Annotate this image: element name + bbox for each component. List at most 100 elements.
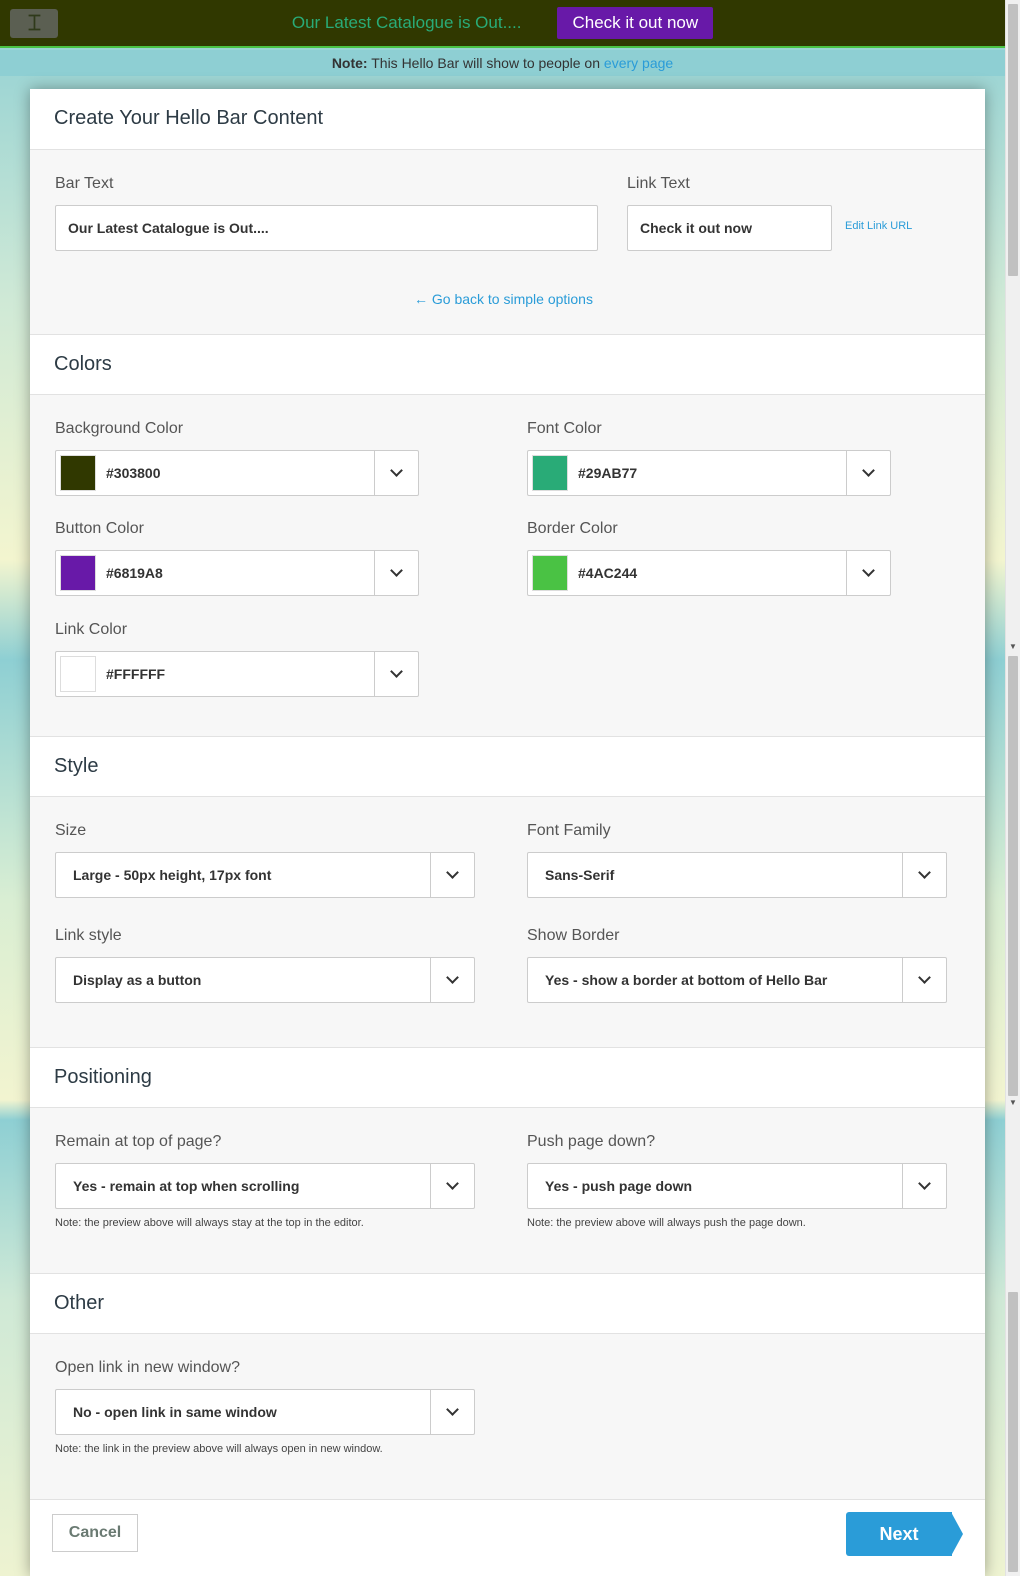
button-color-value: #6819A8: [106, 565, 163, 581]
link-style-select[interactable]: Display as a button: [55, 957, 475, 1003]
every-page-link[interactable]: every page: [604, 55, 673, 71]
show-border-dropdown[interactable]: [902, 958, 946, 1002]
positioning-section-title: Positioning: [30, 1047, 985, 1108]
next-button-arrow[interactable]: [951, 1512, 963, 1556]
chevron-down-icon: [862, 564, 875, 577]
show-border-label: Show Border: [527, 927, 620, 944]
open-link-note: Note: the link in the preview above will…: [55, 1443, 383, 1455]
chevron-down-icon: [918, 866, 931, 879]
link-color-value: #FFFFFF: [106, 666, 166, 682]
hellobar-logo-icon[interactable]: ⌶: [10, 9, 58, 38]
scroll-down-arrow-icon[interactable]: ▼: [1009, 642, 1017, 651]
chevron-down-icon: [918, 971, 931, 984]
border-color-dropdown[interactable]: [846, 551, 890, 595]
link-color-select[interactable]: #FFFFFF: [55, 651, 419, 697]
open-link-select[interactable]: No - open link in same window: [55, 1389, 475, 1435]
bar-text-label: Bar Text: [55, 175, 114, 192]
note-label: Note:: [331, 55, 368, 71]
hello-bar-text: Our Latest Catalogue is Out....: [291, 13, 522, 32]
font-family-select[interactable]: Sans-Serif: [527, 852, 947, 898]
background-color-label: Background Color: [55, 420, 184, 437]
button-color-select[interactable]: #6819A8: [55, 550, 419, 596]
font-color-value: #29AB77: [578, 465, 638, 481]
link-style-label: Link style: [55, 927, 122, 944]
button-color-swatch: [60, 555, 96, 591]
size-select[interactable]: Large - 50px height, 17px font: [55, 852, 475, 898]
button-color-dropdown[interactable]: [374, 551, 418, 595]
back-to-simple-options-link[interactable]: ← Go back to simple options: [414, 291, 593, 307]
modal-footer: Cancel Next: [30, 1499, 985, 1576]
visibility-note: Note: This Hello Bar will show to people…: [0, 50, 1005, 76]
background-color-select[interactable]: #303800: [55, 450, 419, 496]
chevron-down-icon: [390, 564, 403, 577]
other-section-title: Other: [30, 1273, 985, 1334]
link-text-label: Link Text: [627, 175, 690, 192]
chevron-down-icon: [390, 464, 403, 477]
font-family-label: Font Family: [527, 822, 611, 839]
border-color-value: #4AC244: [578, 565, 638, 581]
push-page-down-note: Note: the preview above will always push…: [527, 1217, 806, 1229]
scroll-thumb[interactable]: [1008, 4, 1018, 276]
font-color-swatch: [532, 455, 568, 491]
size-dropdown[interactable]: [430, 853, 474, 897]
chevron-down-icon: [446, 866, 459, 879]
link-color-dropdown[interactable]: [374, 652, 418, 696]
edit-link-url-link[interactable]: Edit Link URL: [845, 220, 912, 232]
font-color-label: Font Color: [527, 420, 602, 437]
colors-section: Background Color #303800 Font Color #29A…: [30, 395, 985, 736]
border-color-label: Border Color: [527, 520, 618, 537]
background-color-value: #303800: [106, 465, 161, 481]
font-family-dropdown[interactable]: [902, 853, 946, 897]
hello-bar-button[interactable]: Check it out now: [557, 7, 714, 39]
remain-at-top-note: Note: the preview above will always stay…: [55, 1217, 364, 1229]
show-border-select[interactable]: Yes - show a border at bottom of Hello B…: [527, 957, 947, 1003]
border-color-swatch: [532, 555, 568, 591]
push-page-down-value: Yes - push page down: [545, 1178, 693, 1194]
link-color-swatch: [60, 656, 96, 692]
background-color-dropdown[interactable]: [374, 451, 418, 495]
remain-at-top-dropdown[interactable]: [430, 1164, 474, 1208]
font-color-dropdown[interactable]: [846, 451, 890, 495]
chevron-down-icon: [446, 1403, 459, 1416]
link-style-value: Display as a button: [73, 972, 202, 988]
note-text: This Hello Bar will show to people on: [367, 55, 604, 71]
bar-text-input[interactable]: Our Latest Catalogue is Out....: [55, 205, 598, 251]
push-page-down-select[interactable]: Yes - push page down: [527, 1163, 947, 1209]
link-text-input[interactable]: Check it out now: [627, 205, 832, 251]
font-color-select[interactable]: #29AB77: [527, 450, 891, 496]
background-color-swatch: [60, 455, 96, 491]
remain-at-top-label: Remain at top of page?: [55, 1133, 222, 1150]
other-section: Open link in new window? No - open link …: [30, 1334, 985, 1499]
colors-section-title: Colors: [30, 334, 985, 395]
style-section-title: Style: [30, 736, 985, 797]
size-value: Large - 50px height, 17px font: [73, 867, 272, 883]
border-color-select[interactable]: #4AC244: [527, 550, 891, 596]
chevron-down-icon: [862, 464, 875, 477]
scroll-thumb-2[interactable]: [1008, 656, 1018, 1096]
remain-at-top-value: Yes - remain at top when scrolling: [73, 1178, 300, 1194]
link-style-dropdown[interactable]: [430, 958, 474, 1002]
open-link-dropdown[interactable]: [430, 1390, 474, 1434]
positioning-section: Remain at top of page? Yes - remain at t…: [30, 1108, 985, 1273]
show-border-value: Yes - show a border at bottom of Hello B…: [545, 972, 828, 988]
content-section: Bar Text Our Latest Catalogue is Out....…: [30, 150, 985, 334]
font-family-value: Sans-Serif: [545, 867, 615, 883]
chevron-down-icon: [918, 1177, 931, 1190]
scroll-thumb-3[interactable]: [1008, 1292, 1018, 1572]
size-label: Size: [55, 822, 87, 839]
content-editor-modal: Create Your Hello Bar Content Bar Text O…: [30, 89, 985, 1576]
page-scrollbar[interactable]: ▼ ▼: [1005, 0, 1020, 1576]
button-color-label: Button Color: [55, 520, 144, 537]
open-link-label: Open link in new window?: [55, 1359, 240, 1376]
push-page-down-dropdown[interactable]: [902, 1164, 946, 1208]
cancel-button[interactable]: Cancel: [52, 1514, 138, 1552]
style-section: Size Large - 50px height, 17px font Font…: [30, 797, 985, 1047]
scroll-down-arrow-icon-2[interactable]: ▼: [1009, 1098, 1017, 1107]
next-button[interactable]: Next: [846, 1512, 952, 1556]
link-color-label: Link Color: [55, 621, 128, 638]
push-page-down-label: Push page down?: [527, 1133, 656, 1150]
chevron-down-icon: [446, 971, 459, 984]
chevron-down-icon: [446, 1177, 459, 1190]
remain-at-top-select[interactable]: Yes - remain at top when scrolling: [55, 1163, 475, 1209]
hello-bar-preview: ⌶ Our Latest Catalogue is Out.... Check …: [0, 0, 1005, 48]
